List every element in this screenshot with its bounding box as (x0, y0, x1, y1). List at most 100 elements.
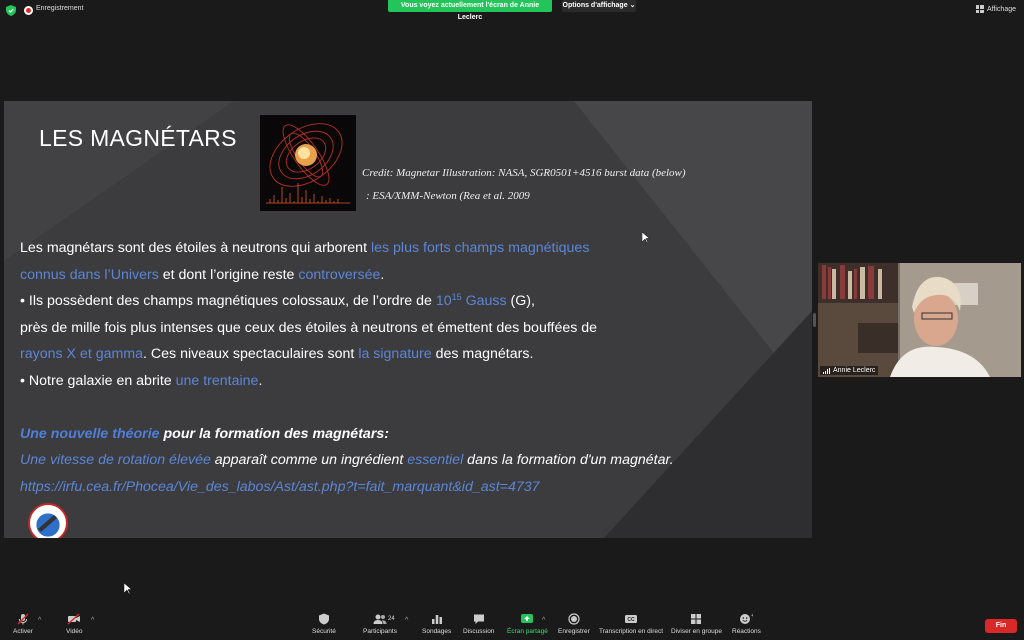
slide-highlight: une trentaine (175, 372, 259, 389)
shield-icon (318, 613, 329, 625)
slide-highlight: connus dans l’Univers (20, 266, 159, 283)
chat-label: Discussion (463, 628, 495, 635)
slide-text: des magnétars. (431, 346, 534, 362)
slide-highlight: Une nouvelle théorie (20, 425, 160, 442)
video-label: Vidéo (66, 628, 83, 635)
slide-line-4: près de mille fois plus intenses que ceu… (20, 319, 598, 336)
participants-icon (373, 614, 387, 624)
chat-icon (473, 614, 484, 624)
shared-slide: LES MAGNÉTARS Credit: Magnetar Illustrat… (4, 101, 812, 538)
share-screen-icon (521, 614, 534, 623)
slide-line-1: Les magnétars sont des étoiles à neutron… (20, 235, 800, 262)
grid-view-icon (975, 5, 984, 13)
live-transcript-button[interactable]: CC Transcription en direct (599, 613, 663, 635)
record-label: Enregistrer (558, 628, 590, 635)
view-button-label: Affichage (986, 5, 1016, 13)
participant-name-tag: Annie Leclerc (820, 366, 879, 375)
unmute-label: Activer (13, 628, 33, 635)
chat-button[interactable]: Discussion (463, 613, 494, 635)
view-options-label: Options d'affichage (562, 2, 628, 9)
exponent-base: 10 (435, 293, 452, 309)
view-options-button[interactable]: Options d'affichage ⌄ (562, 0, 636, 12)
slide-highlight: Une vitesse de rotation élevée (20, 452, 211, 468)
slide-line-8: Une vitesse de rotation élevée apparaît … (20, 447, 800, 474)
slide-text: Les magnétars sont des étoiles à neutron… (20, 240, 371, 256)
unmute-button[interactable]: Activer (13, 613, 33, 635)
slide-text: apparaît comme un ingrédient (210, 452, 408, 468)
reactions-icon: + (740, 613, 753, 624)
slide-highlight: essentiel (407, 452, 464, 468)
end-meeting-button[interactable]: Fin (985, 619, 1017, 633)
slide-line-5: rayons X et gamma. Ces niveaux spectacul… (20, 341, 800, 368)
slide-highlight: 1015 Gauss (435, 292, 507, 310)
slide-body: Les magnétars sont des étoiles à neutron… (20, 235, 800, 500)
slide-line-3: • Ils possèdent des champs magnétiques c… (20, 288, 800, 315)
chevron-up-icon[interactable]: ^ (91, 617, 94, 624)
screen-share-banner: Vous voyez actuellement l'écran de Annie… (388, 0, 552, 21)
slide-text: • Ils possèdent des champs magnétiques c… (20, 293, 436, 309)
video-off-icon (67, 613, 81, 625)
slide-highlight: la signature (358, 346, 432, 362)
record-icon (568, 613, 580, 625)
chevron-up-icon[interactable]: ^ (405, 617, 408, 624)
slide-text: dans la formation d'un magnétar. (463, 452, 674, 468)
slide-text: . (258, 372, 263, 389)
breakout-rooms-icon (691, 614, 702, 624)
svg-text:CC: CC (627, 617, 635, 623)
security-label: Sécurité (312, 628, 336, 635)
slide-link[interactable]: https://irfu.cea.fr/Phocea/Vie_des_labos… (20, 474, 800, 501)
cursor-icon (124, 583, 132, 595)
chevron-down-icon: ⌄ (629, 2, 636, 9)
record-button[interactable]: Enregistrer (558, 613, 590, 635)
astronomy-club-logo (28, 503, 68, 538)
breakout-rooms-label: Diviser en groupe (671, 628, 722, 635)
magnetar-illustration (260, 115, 356, 211)
cursor-icon (642, 232, 650, 244)
unit-text: Gauss (461, 293, 507, 309)
slide-text: • Notre galaxie en abrite (20, 372, 176, 389)
slide-line-2: connus dans l’Univers et dont l’origine … (20, 262, 800, 289)
participants-count: 24 (388, 616, 395, 622)
slide-line-7: Une nouvelle théorie pour la formation d… (20, 421, 800, 448)
closed-caption-icon: CC (625, 615, 638, 623)
slide-text: et dont l’origine reste (158, 266, 299, 283)
participant-video-feed (818, 263, 1021, 377)
slide-line-6: • Notre galaxie en abrite une trentaine. (20, 368, 800, 395)
participants-label: Participants (363, 628, 397, 635)
slide-text: pour la formation des magnétars: (159, 425, 389, 442)
security-button[interactable]: Sécurité (312, 613, 336, 635)
breakout-rooms-button[interactable]: Diviser en groupe (671, 613, 722, 635)
resize-handle[interactable] (813, 313, 816, 327)
share-screen-label: Écran partagé (507, 628, 548, 635)
slide-highlight: les plus forts champs magnétiques (370, 240, 590, 256)
participant-video[interactable]: Annie Leclerc (818, 263, 1021, 377)
video-button[interactable]: Vidéo (66, 613, 83, 635)
reactions-button[interactable]: + Réactions (732, 613, 761, 635)
recording-icon (24, 6, 33, 15)
participant-name: Annie Leclerc (833, 367, 876, 374)
shield-icon[interactable] (6, 5, 16, 16)
polls-label: Sondages (422, 628, 452, 635)
slide-title: LES MAGNÉTARS (39, 125, 237, 151)
reactions-label: Réactions (732, 628, 761, 635)
meeting-toolbar: Activer ^ Vidéo ^ Sécurité Participants … (0, 610, 1024, 640)
chevron-up-icon[interactable]: ^ (542, 617, 545, 624)
signal-icon (823, 367, 830, 374)
svg-text:+: + (751, 613, 753, 619)
view-button[interactable]: Affichage (975, 5, 1016, 13)
top-bar: Enregistrement Vous voyez actuellement l… (0, 0, 1024, 22)
slide-text: . (380, 266, 385, 283)
polls-button[interactable]: Sondages (422, 613, 451, 635)
exponent: 15 (451, 292, 462, 302)
recording-label: Enregistrement (36, 5, 84, 12)
live-transcript-label: Transcription en direct (599, 628, 664, 635)
slide-text: . Ces niveaux spectaculaires sont (143, 346, 359, 362)
slide-highlight: controversée (298, 266, 381, 283)
chevron-up-icon[interactable]: ^ (38, 617, 41, 624)
image-credit-line-2: : ESA/XMM-Newton (Rea et al. 2009 (366, 190, 530, 202)
image-credit-line-1: Credit: Magnetar Illustration: NASA, SGR… (362, 167, 686, 179)
polls-icon (431, 615, 442, 624)
slide-highlight: rayons X et gamma (20, 346, 144, 362)
slide-line-blank (20, 394, 800, 421)
slide-text: (G), (506, 293, 535, 309)
